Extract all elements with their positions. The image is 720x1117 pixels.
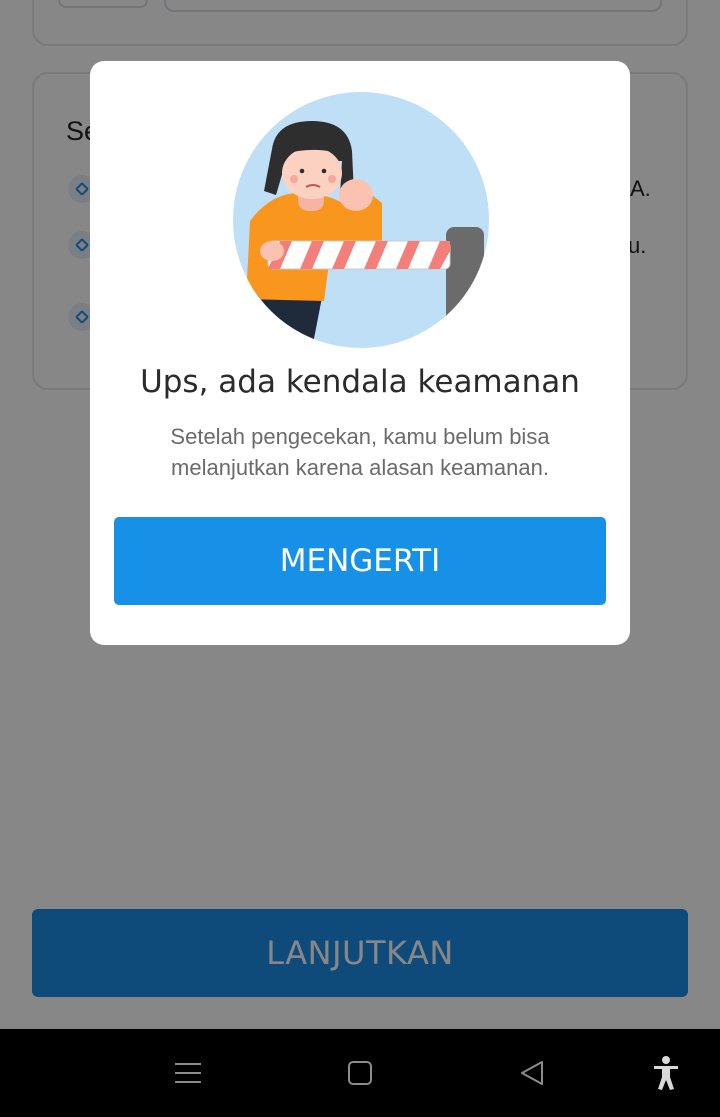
understand-button[interactable]: MENGERTI <box>114 517 606 605</box>
dialog-description: Setelah pengecekan, kamu belum bisa mela… <box>170 424 550 480</box>
dialog-title: Ups, ada kendala keamanan <box>140 364 580 400</box>
back-icon[interactable] <box>518 1057 546 1089</box>
menu-icon[interactable] <box>174 1057 202 1089</box>
woman-barrier-illustration <box>233 92 489 348</box>
security-alert-dialog: Ups, ada kendala keamanan Setelah pengec… <box>90 61 630 645</box>
accessibility-icon[interactable] <box>652 1055 680 1091</box>
system-navigation-bar <box>0 1029 720 1117</box>
home-icon[interactable] <box>346 1057 374 1089</box>
